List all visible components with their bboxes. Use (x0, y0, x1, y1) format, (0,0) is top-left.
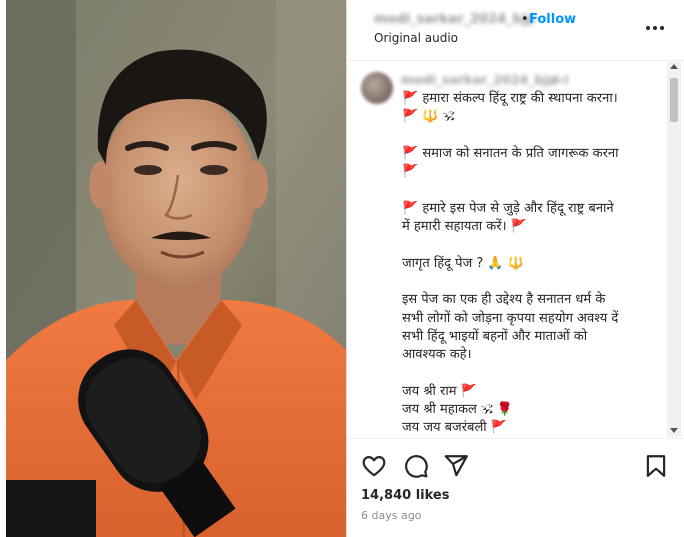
caption-avatar[interactable] (361, 72, 393, 104)
caption-line: 🚩 🔱 🕉 (402, 109, 455, 125)
follow-button[interactable]: Follow (529, 12, 576, 27)
more-dot (653, 26, 657, 30)
scroll-up-arrow-icon[interactable] (670, 64, 678, 69)
more-dot (660, 26, 664, 30)
caption-line: जय श्री महाकल 🕉 🌹 (402, 402, 514, 418)
likes-count[interactable]: 14,840 likes (361, 488, 449, 503)
more-dot (646, 26, 650, 30)
caption-scrollbar[interactable] (667, 62, 681, 437)
video-frame-illustration (6, 0, 346, 537)
caption-line: सभी लोगों को जोड़ना कृपया सहयोग अवश्य दे… (402, 310, 619, 326)
caption-line: में हमारी सहायता करें। 🚩 (402, 219, 527, 235)
original-audio-link[interactable]: Original audio (374, 31, 458, 45)
caption-line: आवश्यक कहे। (402, 347, 472, 363)
instagram-post-view: modi_sarkar_2024_bjp • Follow Original a… (0, 0, 684, 537)
heart-icon[interactable] (361, 453, 387, 479)
caption-line: जय जय बजरंबली 🚩 (402, 420, 507, 436)
post-timestamp[interactable]: 6 days ago (361, 509, 421, 522)
caption-line: जय श्री राम 🚩 (402, 383, 477, 399)
caption-line: जागृत हिंदू पेज ? 🙏 🔱 (402, 255, 524, 271)
caption-text: 🚩 हमारा संकल्प हिंदू राष्ट्र की स्थापना … (402, 90, 657, 437)
post-side-panel: modi_sarkar_2024_bjp • Follow Original a… (346, 0, 684, 537)
caption-line: 🚩 हमारा संकल्प हिंदू राष्ट्र की स्थापना … (402, 91, 618, 106)
caption-line (402, 181, 657, 199)
caption-line (402, 364, 657, 382)
author-username[interactable]: modi_sarkar_2024_bjp (374, 12, 536, 27)
caption-line (402, 236, 657, 254)
caption-line: 🚩 समाज को सनातन के प्रति जागरूक करना (402, 145, 619, 161)
caption-line: इस पेज का एक ही उद्देश्य है सनातन धर्म क… (402, 292, 606, 308)
share-icon[interactable] (443, 453, 469, 479)
comment-icon[interactable] (403, 453, 429, 479)
caption-username[interactable]: modi_sarkar_2024_bjp (401, 72, 557, 87)
caption-line: सभी हिंदू भाइयों बहनों और माताओं को (402, 328, 588, 344)
caption-line: 🚩 हमारे इस पेज से जुड़े और हिंदू राष्ट्र… (402, 200, 614, 216)
bookmark-icon[interactable] (643, 453, 669, 479)
caption-section: modi_sarkar_2024_bjp 6d 🚩 हमारा संकल्प ह… (347, 62, 684, 437)
caption-line: 🚩 (402, 164, 419, 180)
more-options-icon[interactable] (643, 16, 667, 40)
post-header: modi_sarkar_2024_bjp • Follow Original a… (347, 0, 684, 61)
scrollbar-thumb[interactable] (670, 78, 678, 122)
header-separator: • (521, 12, 529, 27)
scroll-down-arrow-icon[interactable] (670, 428, 678, 433)
caption-line (402, 273, 657, 291)
caption-line (402, 127, 657, 145)
post-actions: 14,840 likes 6 days ago (347, 438, 684, 537)
caption-time[interactable]: 6d (553, 72, 569, 87)
post-video[interactable] (6, 0, 346, 537)
